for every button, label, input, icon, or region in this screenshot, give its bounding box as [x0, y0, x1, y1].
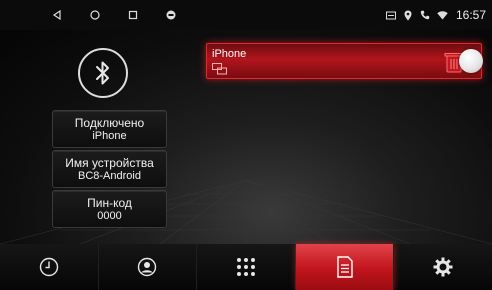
app-indicator-icon	[166, 10, 176, 20]
pin-label: Пин-код	[87, 195, 132, 210]
status-bar: 16:57	[0, 0, 492, 30]
app-indicator	[152, 0, 190, 30]
clock-icon	[39, 257, 58, 277]
system-nav	[38, 0, 190, 30]
connected-device: iPhone	[92, 129, 127, 142]
status-time: 16:57	[455, 8, 486, 22]
connection-status-box: Подключено iPhone	[52, 110, 167, 148]
phone-icon	[420, 9, 431, 21]
back-icon	[52, 10, 61, 20]
sim-icon	[386, 9, 397, 21]
device-name-value: BC8-Android	[78, 169, 141, 182]
tab-dialpad[interactable]	[197, 244, 296, 290]
status-indicators: 16:57	[386, 0, 486, 30]
recents-icon	[128, 10, 138, 20]
device-list-icon	[336, 256, 353, 278]
device-link-icon	[212, 63, 227, 75]
tab-contacts[interactable]	[99, 244, 198, 290]
paired-device-name: iPhone	[212, 48, 247, 60]
device-name-label: Имя устройства	[65, 155, 154, 170]
bluetooth-icon	[96, 61, 109, 85]
tab-settings[interactable]	[394, 244, 492, 290]
dialpad-icon	[236, 258, 255, 276]
home-icon	[90, 10, 100, 20]
bluetooth-status-indicator	[78, 48, 128, 98]
paired-device-row[interactable]: iPhone	[206, 43, 483, 79]
pin-value: 0000	[97, 209, 122, 222]
device-name-box[interactable]: Имя устройства BC8-Android	[52, 150, 167, 188]
bottom-tab-bar	[0, 244, 492, 290]
bluetooth-panel: Подключено iPhone Имя устройства BC8-And…	[0, 30, 492, 244]
tab-device-list[interactable]	[295, 244, 395, 290]
contacts-icon	[138, 257, 157, 277]
home-button[interactable]	[76, 0, 114, 30]
location-icon	[403, 9, 414, 21]
connected-label: Подключено	[74, 115, 145, 130]
settings-icon	[433, 257, 453, 277]
back-button[interactable]	[38, 0, 76, 30]
connect-toggle-knob[interactable]	[459, 49, 483, 73]
pin-code-box[interactable]: Пин-код 0000	[52, 190, 167, 228]
tab-recent-calls[interactable]	[0, 244, 99, 290]
wifi-icon	[437, 9, 448, 21]
recents-button[interactable]	[114, 0, 152, 30]
